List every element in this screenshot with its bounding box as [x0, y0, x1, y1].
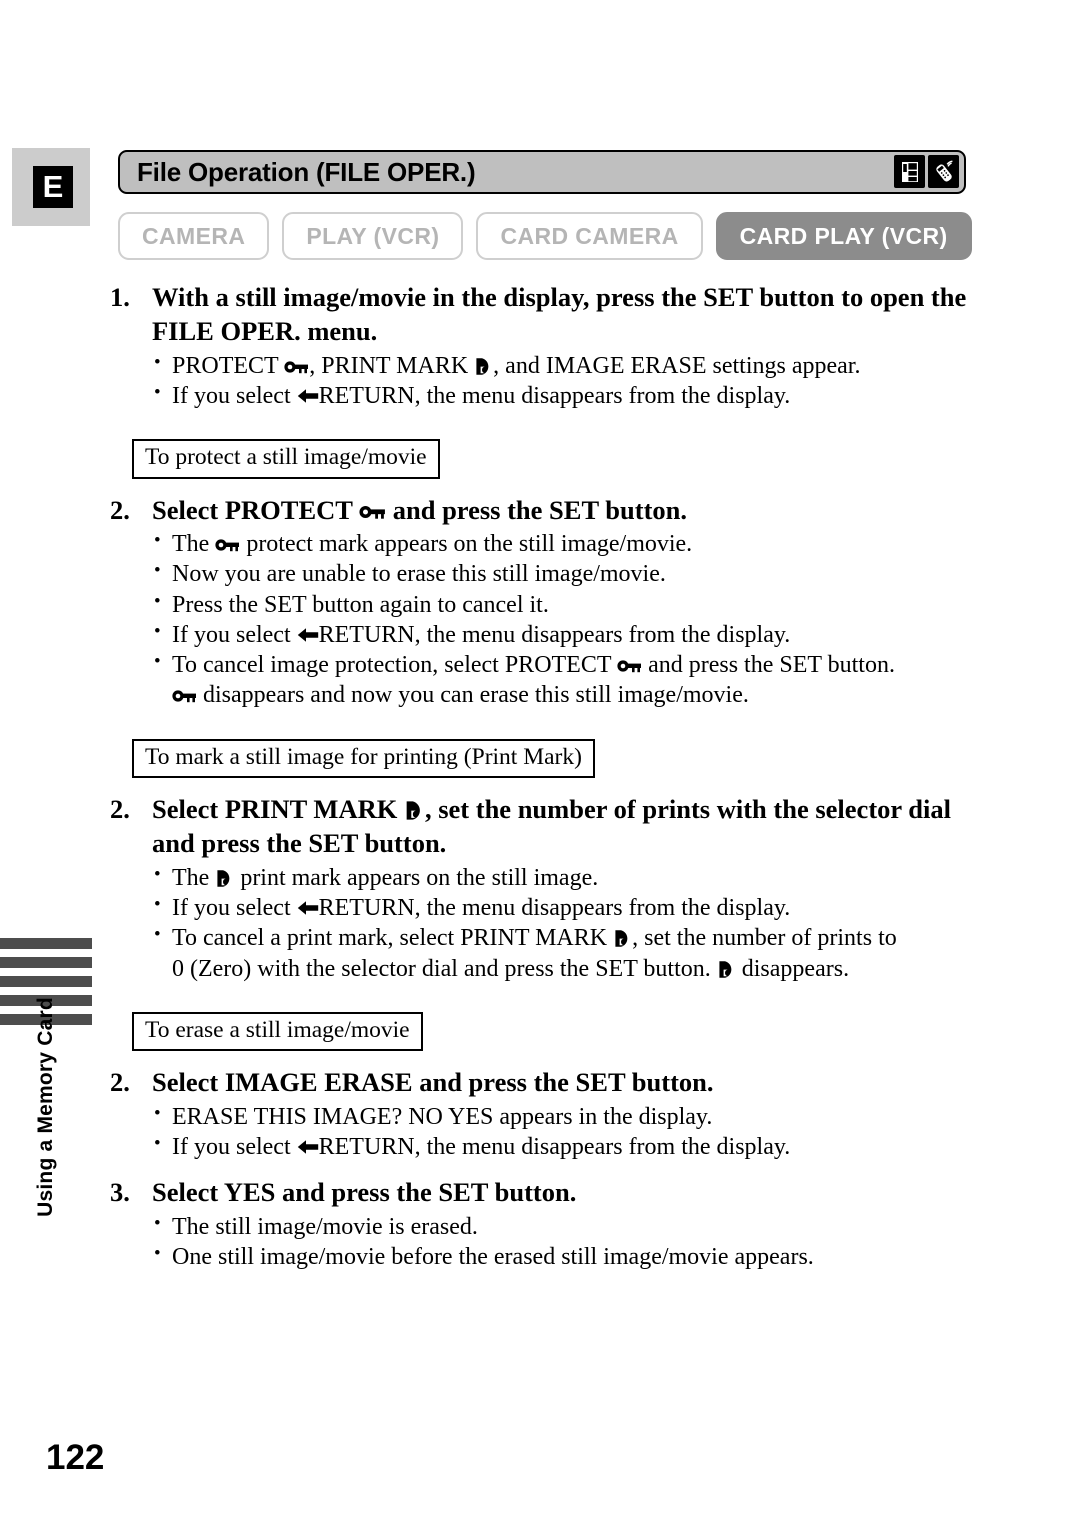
section-2-step-heading: Select PRINT MARK , set the number of pr… — [152, 793, 952, 859]
side-tab-bar — [0, 957, 92, 968]
section-2-box-wrap: To mark a still image for printing (Prin… — [132, 738, 990, 778]
page-number: 122 — [46, 1438, 105, 1477]
language-badge: E — [33, 166, 73, 208]
bullet: Press the SET button again to cancel it. — [110, 590, 990, 620]
section-label-print-mark: To mark a still image for printing (Prin… — [132, 738, 595, 778]
print-mark-icon — [474, 355, 493, 375]
protect-key-icon — [215, 532, 240, 552]
side-tab-bar — [0, 938, 92, 949]
print-mark-icon — [404, 795, 425, 820]
section-3-bullets: ERASE THIS IMAGE? NO YES appears in the … — [110, 1102, 990, 1163]
section-1-bullets: The protect mark appears on the still im… — [110, 529, 990, 711]
return-arrow-icon — [297, 383, 319, 403]
section-2-step-number: 2. — [110, 793, 130, 824]
section-1-step-number: 2. — [110, 494, 130, 525]
bullet: If you select RETURN, the menu disappear… — [110, 1132, 990, 1162]
print-mark-icon — [717, 958, 736, 978]
section-3-box-wrap: To erase a still image/movie — [132, 1011, 990, 1052]
bullet: ERASE THIS IMAGE? NO YES appears in the … — [110, 1102, 990, 1132]
print-mark-icon — [215, 867, 234, 887]
mode-button-card-play-vcr[interactable]: CARD PLAY (VCR) — [715, 212, 972, 260]
bullet: PROTECT , PRINT MARK , and IMAGE ERASE s… — [110, 351, 990, 381]
bullet: If you select RETURN, the menu disappear… — [110, 620, 990, 650]
instruction-content: 1. With a still image/movie in the displ… — [110, 278, 990, 1273]
bullet: One still image/movie before the erased … — [110, 1242, 990, 1272]
return-arrow-icon — [297, 895, 319, 915]
bullet: The protect mark appears on the still im… — [110, 529, 990, 559]
section-3-step: 2. Select IMAGE ERASE and press the SET … — [110, 1065, 990, 1099]
language-badge-panel: E — [12, 148, 90, 226]
bullet: If you select RETURN, the menu disappear… — [110, 893, 990, 923]
section-label-erase: To erase a still image/movie — [132, 1011, 423, 1052]
section-2-step: 2. Select PRINT MARK , set the number of… — [110, 792, 990, 861]
return-arrow-icon — [297, 622, 319, 642]
bullet: If you select RETURN, the menu disappear… — [110, 381, 990, 411]
section-3-step-2-heading: Select YES and press the SET button. — [152, 1177, 577, 1208]
section-3-step-heading: Select IMAGE ERASE and press the SET but… — [152, 1067, 714, 1098]
protect-key-icon — [359, 495, 386, 519]
bullet-continuation: disappears and now you can erase this st… — [110, 681, 990, 710]
step-1: 1. With a still image/movie in the displ… — [110, 280, 990, 349]
section-1-box-wrap: To protect a still image/movie — [132, 439, 990, 479]
section-3-step-2-bullets: The still image/movie is erased. One sti… — [110, 1212, 990, 1273]
header-icon-group — [894, 155, 959, 188]
section-3-step-number: 2. — [110, 1067, 130, 1098]
section-2-bullets: The print mark appears on the still imag… — [110, 863, 990, 984]
mode-button-card-camera[interactable]: CARD CAMERA — [476, 212, 703, 260]
memory-card-icon — [894, 155, 925, 188]
protect-key-icon — [172, 683, 197, 703]
section-1-step-heading: Select PROTECT and press the SET button. — [152, 494, 688, 525]
section-label-protect: To protect a still image/movie — [132, 439, 440, 479]
bullet: To cancel a print mark, select PRINT MAR… — [110, 923, 990, 953]
bullet-continuation: 0 (Zero) with the selector dial and pres… — [172, 955, 850, 982]
bullet: The still image/movie is erased. — [110, 1212, 990, 1242]
wireless-controller-icon — [928, 155, 959, 188]
side-tab-bar — [0, 976, 92, 987]
protect-key-icon — [284, 354, 309, 374]
section-header-bar: File Operation (FILE OPER.) — [118, 150, 966, 194]
protect-key-icon — [617, 653, 642, 673]
print-mark-icon — [613, 927, 632, 948]
step-1-number: 1. — [110, 282, 130, 312]
bullet: Now you are unable to erase this still i… — [110, 559, 990, 589]
mode-button-play-vcr[interactable]: PLAY (VCR) — [282, 212, 464, 260]
step-1-bullets: PROTECT , PRINT MARK , and IMAGE ERASE s… — [110, 351, 990, 412]
section-1-step: 2. Select PROTECT and press the SET butt… — [110, 493, 990, 527]
bullet: The print mark appears on the still imag… — [110, 863, 990, 893]
mode-button-row: CAMERA PLAY (VCR) CARD CAMERA CARD PLAY … — [118, 212, 972, 260]
return-arrow-icon — [297, 1134, 319, 1154]
page-title: File Operation (FILE OPER.) — [137, 156, 476, 187]
step-1-heading: With a still image/movie in the display,… — [152, 282, 967, 347]
mode-button-camera[interactable]: CAMERA — [118, 212, 270, 260]
bullet: To cancel image protection, select PROTE… — [110, 650, 990, 680]
section-3-step-2: 3. Select YES and press the SET button. — [110, 1175, 990, 1209]
section-3-step-2-number: 3. — [110, 1177, 130, 1208]
side-tab-label: Using a Memory Card — [34, 997, 57, 1217]
